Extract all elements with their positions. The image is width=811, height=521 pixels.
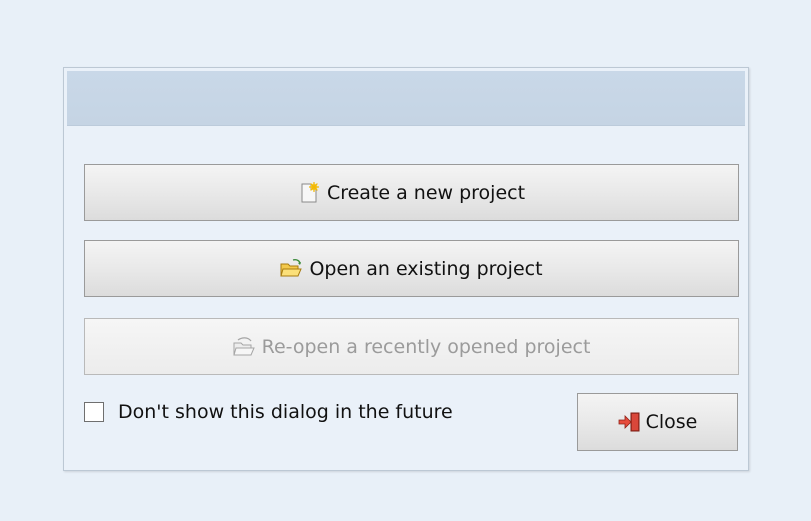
create-project-label: Create a new project [326, 181, 526, 204]
close-button[interactable]: Close [577, 393, 738, 451]
dialog-titlebar[interactable] [67, 71, 745, 126]
dont-show-label[interactable]: Don't show this dialog in the future [118, 401, 453, 423]
folder-reopen-icon [232, 336, 255, 358]
dont-show-option: Don't show this dialog in the future [84, 401, 453, 423]
dont-show-checkbox[interactable] [84, 402, 104, 422]
reopen-project-label: Re-open a recently opened project [261, 335, 591, 358]
open-project-label: Open an existing project [309, 257, 543, 280]
new-project-icon [298, 181, 320, 204]
close-label: Close [645, 411, 698, 433]
folder-open-icon [280, 258, 303, 280]
reopen-project-button[interactable]: Re-open a recently opened project [84, 318, 739, 375]
exit-door-icon [618, 411, 642, 433]
project-dialog: Create a new project Open an existing pr… [63, 67, 749, 471]
open-project-button[interactable]: Open an existing project [84, 240, 739, 297]
create-project-button[interactable]: Create a new project [84, 164, 739, 221]
